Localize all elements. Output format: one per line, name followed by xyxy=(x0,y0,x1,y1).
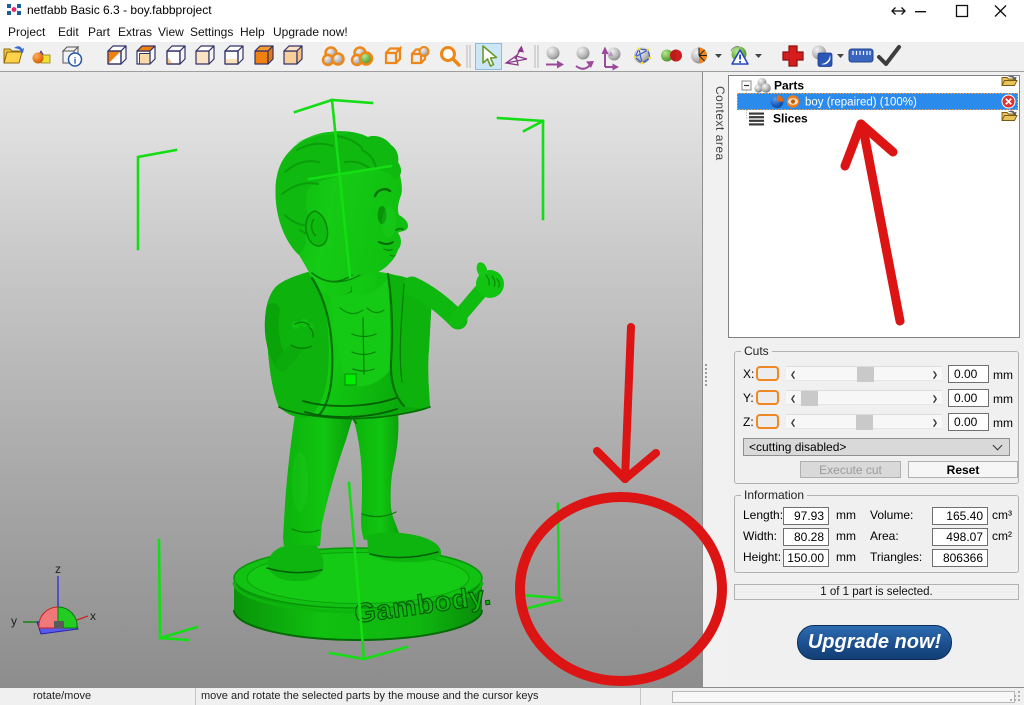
svg-text:z: z xyxy=(55,562,61,576)
svg-text:Parts: Parts xyxy=(774,79,804,93)
svg-text:boy (repaired) (100%): boy (repaired) (100%) xyxy=(805,97,917,109)
svg-text:x: x xyxy=(90,609,96,623)
svg-text:y: y xyxy=(11,614,17,628)
svg-text:Slices: Slices xyxy=(773,112,808,126)
